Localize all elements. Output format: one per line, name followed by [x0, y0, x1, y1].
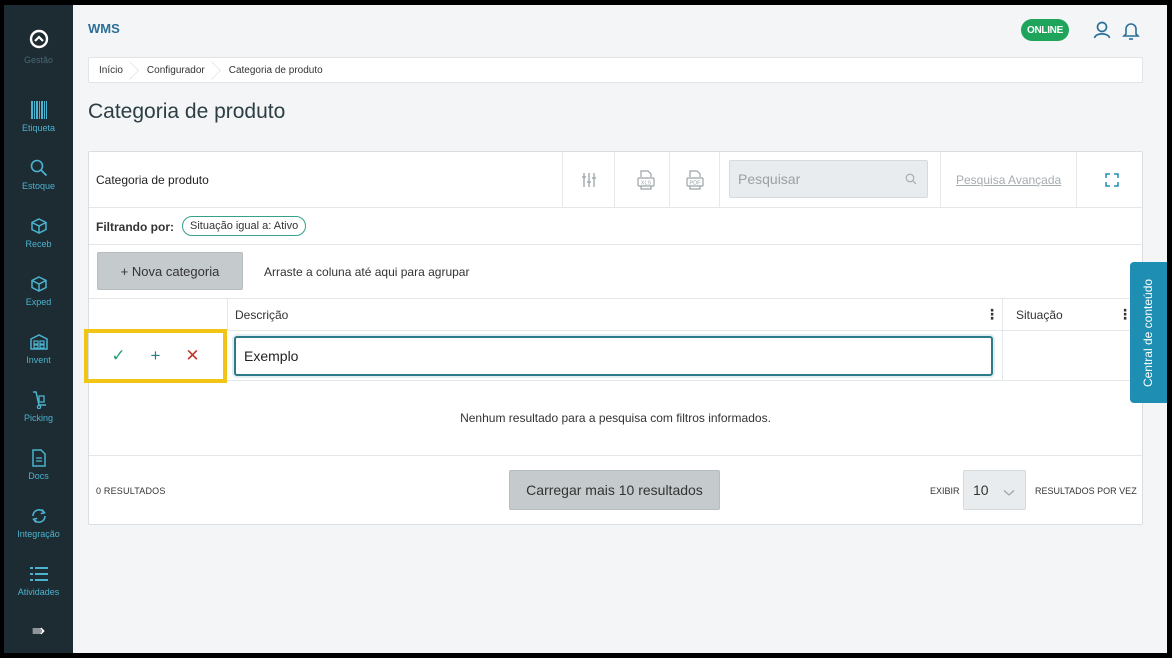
export-xls-icon[interactable]: XLS	[635, 169, 657, 191]
sidebar-item-label: Docs	[28, 471, 49, 481]
toolbar-divider	[614, 152, 615, 208]
page-size-select[interactable]: 10	[963, 470, 1026, 510]
app-window: Gestão Etiqueta Estoque Receb Exped Inve…	[4, 5, 1167, 653]
toolbar-divider	[669, 152, 670, 208]
logo-icon	[29, 29, 48, 49]
add-icon[interactable]: +	[145, 345, 167, 367]
search-icon[interactable]	[905, 172, 917, 190]
toolbar-divider	[940, 152, 941, 208]
sidebar-item-label: Picking	[23, 413, 53, 423]
breadcrumb-current: Categoria de produto	[228, 64, 323, 76]
sidebar-item-label: Receb	[25, 239, 52, 249]
sidebar-item-exped[interactable]: Exped	[4, 261, 73, 319]
row-edit-actions: ✓ + ✕	[84, 329, 227, 383]
search-box	[729, 160, 928, 198]
barcode-icon	[30, 99, 47, 121]
toolbar-divider	[1076, 152, 1077, 208]
export-pdf-icon[interactable]: PDF	[684, 169, 706, 191]
sidebar-item-label: Etiqueta	[21, 123, 56, 133]
column-separator	[227, 299, 228, 331]
sidebar-item-label: Integração	[17, 529, 60, 539]
content-center-label: Central de conteúdo	[1141, 278, 1156, 387]
sidebar-item-etiqueta[interactable]: Etiqueta	[4, 87, 73, 145]
app-title: WMS	[88, 21, 120, 36]
filter-label: Filtrando por:	[96, 220, 174, 234]
bell-icon[interactable]	[1120, 19, 1142, 41]
content-center-tab[interactable]: Central de conteúdo	[1130, 262, 1167, 403]
user-icon[interactable]	[1091, 19, 1113, 41]
sidebar: Gestão Etiqueta Estoque Receb Exped Inve…	[4, 5, 73, 653]
sidebar-logo-label: Gestão	[23, 55, 54, 65]
show-label: EXIBIR	[930, 486, 960, 496]
description-input[interactable]	[234, 336, 993, 376]
expand-arrow-icon: ⇛	[31, 623, 46, 640]
sidebar-item-atividades[interactable]: Atividades	[4, 551, 73, 609]
grid-footer: 0 RESULTADOS Carregar mais 10 resultados…	[89, 456, 1142, 526]
sidebar-item-estoque[interactable]: Estoque	[4, 145, 73, 203]
sidebar-item-docs[interactable]: Docs	[4, 435, 73, 493]
sync-icon	[30, 505, 48, 527]
status-badge: ONLINE	[1021, 19, 1069, 41]
sidebar-logo[interactable]: Gestão	[4, 5, 73, 75]
grid-card: Categoria de produto XLS PDF Pesquisar P…	[84, 151, 1143, 526]
filter-row: Filtrando por: Situação igual a: Ativo	[89, 208, 1142, 245]
page-title: Categoria de produto	[88, 100, 286, 123]
export-xls-label: XLS	[641, 181, 652, 187]
breadcrumb-inicio[interactable]: Início	[89, 58, 133, 82]
search-input[interactable]	[730, 161, 900, 197]
sidebar-item-invent[interactable]: Invent	[4, 319, 73, 377]
column-separator	[1002, 299, 1003, 331]
hand-truck-icon	[31, 389, 47, 411]
toolbar-divider	[562, 152, 563, 208]
table-row-editing: ✓ + ✕	[84, 329, 1142, 383]
breadcrumb-configurador[interactable]: Configurador	[133, 58, 215, 82]
page-size-value: 10	[973, 482, 989, 498]
breadcrumb: Início Configurador Categoria de produto	[88, 57, 1143, 83]
column-settings-icon[interactable]	[578, 169, 600, 191]
sidebar-item-integracao[interactable]: Integração	[4, 493, 73, 551]
sidebar-item-label: Atividades	[17, 587, 60, 597]
cancel-icon[interactable]: ✕	[182, 345, 204, 367]
column-menu-descricao[interactable]: ⋮	[985, 307, 999, 321]
box-icon	[30, 215, 47, 237]
advanced-search-link[interactable]: Pesquisa Avançada	[956, 173, 1061, 187]
column-header-situacao[interactable]: Situação	[1016, 299, 1063, 331]
per-page-label: RESULTADOS POR VEZ	[1035, 486, 1137, 496]
confirm-icon[interactable]: ✓	[108, 345, 130, 367]
group-row: + Nova categoria Arraste a coluna até aq…	[89, 245, 1142, 299]
new-category-button[interactable]: + Nova categoria	[97, 252, 243, 290]
grid-title: Categoria de produto	[96, 173, 209, 187]
box-icon	[30, 273, 47, 295]
sidebar-item-label: Invent	[26, 355, 51, 365]
search-icon	[30, 157, 48, 179]
sidebar-expand-button[interactable]: ⇛	[4, 611, 73, 651]
group-drop-hint: Arraste a coluna até aqui para agrupar	[264, 265, 470, 279]
document-icon	[31, 447, 46, 469]
filter-chip-situacao[interactable]: Situação igual a: Ativo	[182, 216, 307, 236]
empty-message: Nenhum resultado para a pesquisa com fil…	[89, 381, 1142, 456]
column-separator	[1002, 331, 1003, 381]
fullscreen-icon[interactable]	[1101, 169, 1123, 191]
sidebar-item-label: Estoque	[21, 181, 56, 191]
sidebar-item-receb[interactable]: Receb	[4, 203, 73, 261]
list-icon	[29, 563, 48, 585]
chevron-down-icon	[1003, 484, 1015, 500]
sidebar-item-picking[interactable]: Picking	[4, 377, 73, 435]
load-more-button[interactable]: Carregar mais 10 resultados	[509, 470, 720, 510]
column-header-row: Descrição ⋮ Situação ⋮	[89, 299, 1142, 331]
results-count: 0 RESULTADOS	[96, 486, 166, 496]
export-pdf-label: PDF	[690, 181, 702, 187]
sidebar-item-label: Exped	[25, 297, 52, 307]
toolbar-divider	[719, 152, 720, 208]
grid-toolbar: Categoria de produto XLS PDF Pesquisar P…	[89, 152, 1142, 208]
column-header-descricao[interactable]: Descrição	[235, 299, 288, 331]
warehouse-icon	[29, 331, 48, 353]
